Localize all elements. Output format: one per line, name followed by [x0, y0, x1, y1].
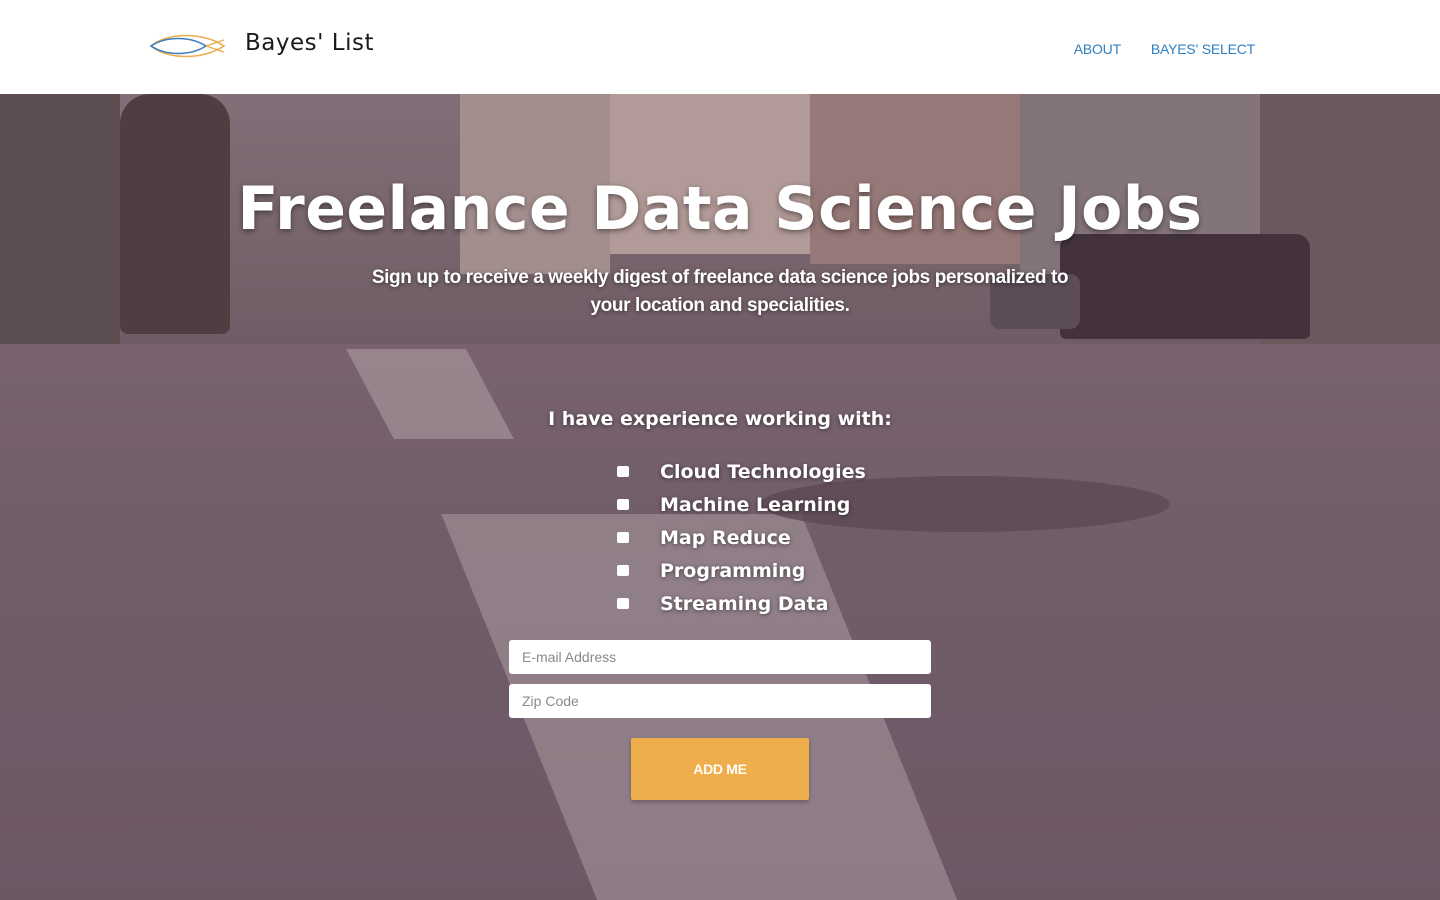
- option-programming[interactable]: Programming: [617, 554, 866, 587]
- hero-section: Freelance Data Science Jobs Sign up to r…: [0, 94, 1440, 900]
- site-header: Bayes' List ABOUT BAYES' SELECT: [0, 0, 1440, 94]
- logo-icon[interactable]: [148, 30, 226, 62]
- checkbox[interactable]: [617, 598, 629, 609]
- add-me-button[interactable]: ADD ME: [631, 738, 809, 800]
- experience-label: I have experience working with:: [548, 408, 892, 430]
- checkbox[interactable]: [617, 466, 629, 477]
- option-label: Machine Learning: [660, 493, 851, 516]
- hero-title: Freelance Data Science Jobs: [237, 174, 1203, 244]
- zip-code-field[interactable]: [509, 684, 931, 718]
- nav-bayes-select-link[interactable]: BAYES' SELECT: [1151, 41, 1255, 57]
- checkbox[interactable]: [617, 532, 629, 543]
- option-cloud-technologies[interactable]: Cloud Technologies: [617, 455, 866, 488]
- email-field[interactable]: [509, 640, 931, 674]
- nav-about-link[interactable]: ABOUT: [1074, 41, 1121, 57]
- option-map-reduce[interactable]: Map Reduce: [617, 521, 866, 554]
- option-machine-learning[interactable]: Machine Learning: [617, 488, 866, 521]
- option-label: Programming: [660, 559, 806, 582]
- hero-subtitle: Sign up to receive a weekly digest of fr…: [371, 267, 1069, 316]
- main-nav: ABOUT BAYES' SELECT: [1074, 41, 1256, 57]
- option-label: Streaming Data: [660, 592, 829, 615]
- checkbox[interactable]: [617, 499, 629, 510]
- option-label: Map Reduce: [660, 526, 791, 549]
- option-label: Cloud Technologies: [660, 460, 866, 483]
- checkbox[interactable]: [617, 565, 629, 576]
- brand-name[interactable]: Bayes' List: [245, 30, 374, 56]
- experience-checklist: Cloud Technologies Machine Learning Map …: [617, 455, 866, 620]
- option-streaming-data[interactable]: Streaming Data: [617, 587, 866, 620]
